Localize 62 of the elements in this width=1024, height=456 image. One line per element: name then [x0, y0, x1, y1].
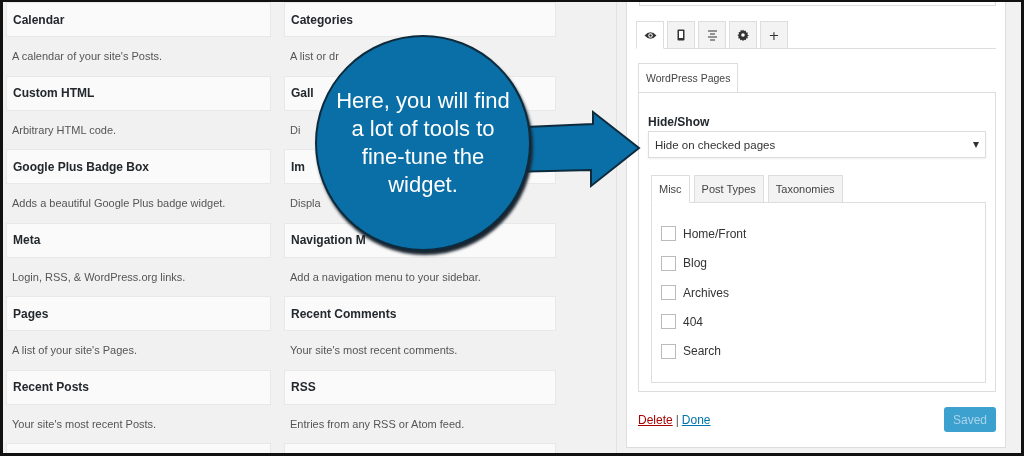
checkbox[interactable]: [661, 226, 676, 242]
eye-icon: [643, 30, 657, 40]
widget-title: Custom HTML: [13, 86, 95, 100]
tab[interactable]: Taxonomies: [767, 175, 843, 203]
widget-title: RSS: [291, 380, 316, 394]
widget-title: Calendar: [13, 12, 65, 27]
icon-tab[interactable]: [667, 21, 695, 49]
widget-description: Adds a beautiful Google Plus badge widget.: [12, 197, 226, 210]
section-tab[interactable]: WordPress Pages: [638, 63, 739, 93]
checkbox-label: Blog: [683, 256, 708, 271]
separator: |: [675, 412, 679, 427]
checkbox[interactable]: [661, 285, 676, 300]
widget-title-bar[interactable]: Meta: [6, 222, 271, 258]
widget-description: Your site's most recent Posts.: [12, 417, 157, 430]
icon-tab[interactable]: [636, 21, 664, 49]
mobile-icon: [677, 29, 685, 41]
checkbox-label: Archives: [683, 285, 729, 300]
widget-title: Meta: [13, 233, 41, 247]
checkbox-label: Home/Front: [683, 226, 747, 241]
tab[interactable]: Misc: [651, 175, 690, 203]
widget-title: Pages: [13, 306, 49, 321]
widget-description: Your site's most recent comments.: [290, 344, 458, 357]
widget-description: A list or dr: [290, 50, 339, 63]
widget-title: Recent Posts: [13, 380, 90, 394]
icon-tab[interactable]: [729, 21, 757, 49]
widget-title: Recent Comments: [291, 306, 397, 321]
widget-description: Add a navigation menu to your sidebar.: [290, 270, 481, 283]
widget-description: A list of your site's Pages.: [12, 344, 137, 357]
widget-title-bar[interactable]: Recent Comments: [284, 296, 556, 331]
align-center-icon: [706, 29, 718, 41]
widget-title-bar[interactable]: Pages: [6, 296, 271, 331]
widget-title: Categories: [291, 12, 354, 27]
widget-description: Entries from any RSS or Atom feed.: [290, 417, 465, 430]
widget-title-bar[interactable]: Calendar: [6, 2, 271, 37]
widget-description: A calendar of your site's Posts.: [12, 50, 163, 63]
caret-icon: [973, 141, 979, 148]
done-link[interactable]: Done: [681, 412, 711, 427]
widget-description: Arbitrary HTML code.: [12, 123, 117, 136]
callout-text: Here, you will find a lot of tools to fine-tune the widget.: [335, 87, 511, 199]
widget-title-bar[interactable]: RSS: [284, 369, 556, 405]
widget-title-bar[interactable]: Categories: [284, 2, 556, 37]
dropdown[interactable]: Hide on checked pages: [648, 131, 986, 158]
field-label: Hide/Show: [648, 115, 711, 129]
checkbox[interactable]: [661, 314, 676, 330]
widget-title: Im: [291, 159, 305, 174]
widget-title: Navigation M: [291, 233, 366, 247]
widget-title-bar[interactable]: Recent Posts: [6, 369, 271, 405]
checkbox-label: 404: [683, 314, 704, 329]
delete-link[interactable]: Delete: [638, 412, 673, 427]
widget-title: Gall: [291, 86, 314, 100]
checkbox[interactable]: [661, 343, 676, 359]
widget-title-bar[interactable]: Google Plus Badge Box: [6, 149, 271, 184]
checkbox[interactable]: [661, 255, 676, 271]
widget-description: Displa: [290, 197, 321, 210]
widget-description: Login, RSS, & WordPress.org links.: [12, 270, 186, 283]
widget-title: Google Plus Badge Box: [13, 159, 150, 174]
tab[interactable]: Post Types: [693, 175, 764, 203]
widget-title-bar[interactable]: Custom HTML: [6, 75, 271, 111]
icon-tab[interactable]: +: [760, 21, 788, 49]
widget-description: Di: [290, 123, 301, 136]
settings-icon: [737, 29, 749, 41]
checkbox-label: Search: [683, 344, 722, 359]
